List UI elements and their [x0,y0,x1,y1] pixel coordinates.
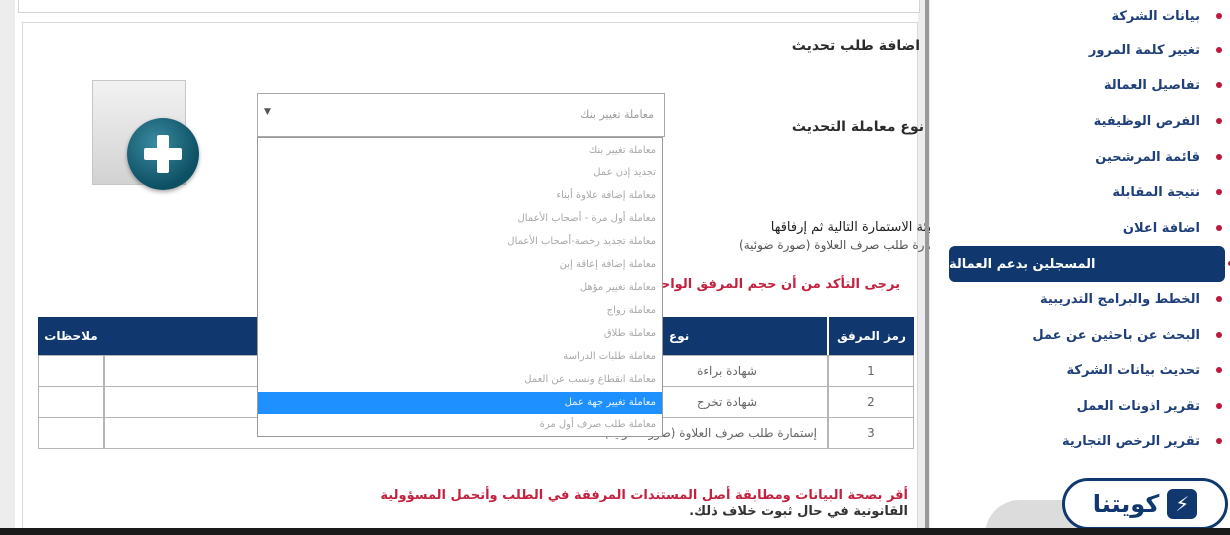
sidebar-item-label: تفاصيل العمالة [1103,77,1200,93]
sidebar-item-change-password[interactable]: تغيير كلمة المرور [1089,35,1222,65]
bullet-icon [1216,367,1222,373]
sidebar-item-company-data[interactable]: بيانات الشركة [1111,1,1222,31]
dropdown-arrow-icon[interactable]: ▼ [264,107,271,117]
sidebar-item-training-plans[interactable]: الخطط والبرامج التدريبية [1040,284,1222,314]
sidebar-item-labor-details[interactable]: تفاصيل العمالة [1104,70,1222,100]
brand-name: كويتنا [1092,490,1160,518]
table-cell-notes [38,355,104,387]
bottom-bar [0,528,1230,535]
bullet-icon [1216,189,1222,195]
sidebar-item-label: نتيجة المقابلة [1112,184,1200,200]
sidebar-item-labor-support[interactable]: المسجلين بدعم العمالة [949,246,1230,282]
sidebar-item-label: بيانات الشركة [1111,8,1200,24]
bullet-icon [1216,154,1222,160]
dropdown-option[interactable]: معاملة انقطاع ونسب عن العمل [258,369,662,391]
sidebar-item-licenses-report[interactable]: تقرير الرخص التجارية [1062,426,1222,456]
sidebar-item-label: تغيير كلمة المرور [1088,42,1200,58]
sidebar-item-job-opportunities[interactable]: الفرص الوظيفية [1094,106,1222,136]
sidebar-item-interview-result[interactable]: نتيجة المقابلة [1112,177,1222,207]
dropdown-option[interactable]: معاملة إضافة إعاقة إبن [258,254,662,276]
lightning-icon: ⚡ [1167,489,1198,519]
sidebar-item-add-ad[interactable]: اضافة اعلان [1123,213,1222,243]
bullet-icon [1216,118,1222,124]
dropdown-option[interactable]: معاملة طلب صرف أول مرة [258,414,662,436]
update-type-dropdown[interactable]: معاملة تغيير بنك تجديد إذن عمل معاملة إض… [257,137,663,437]
table-cell-code: 3 [828,417,914,449]
sidebar-item-label: اضافة اعلان [1122,220,1200,236]
bullet-icon [1216,438,1222,444]
dropdown-option-selected[interactable]: معاملة تغيير جهة عمل [258,392,662,414]
table-header-code: رمز المرفق [829,317,914,355]
bullet-icon [1216,225,1222,231]
dropdown-option[interactable]: معاملة زواج [258,300,662,322]
declaration-text-2: القانونية في حال ثبوت خلاف ذلك. [689,504,908,519]
dropdown-option[interactable]: معاملة طلاق [258,323,662,345]
update-type-label: نوع معاملة التحديث [791,119,924,135]
dropdown-option[interactable]: معاملة طلبات الدراسة [258,346,662,368]
table-cell-code: 2 [828,386,914,418]
sidebar-item-label: تقرير الرخص التجارية [1061,433,1200,449]
sidebar-item-label: تحديث بيانات الشركة [1066,362,1200,378]
dropdown-option[interactable]: معاملة أول مرة - أصحاب الأعمال [258,208,662,230]
bullet-icon [1216,47,1222,53]
sidebar-item-candidates[interactable]: قائمة المرشحين [1095,142,1222,172]
table-header-notes: ملاحظات [38,317,104,355]
page-title: اضافة طلب تحديث [791,38,920,54]
sidebar-item-label: تقرير اذونات العمل [1076,398,1200,414]
size-warning: يرجى التأكد من أن حجم المرفق الواحد [653,277,900,292]
sidebar-item-label: الفرص الوظيفية [1093,113,1200,129]
dropdown-option[interactable]: تجديد إذن عمل [258,162,662,184]
sidebar-item-label: الخطط والبرامج التدريبية [1039,291,1200,307]
sidebar-item-work-permits-report[interactable]: تقرير اذونات العمل [1077,391,1222,421]
table-cell-notes [38,386,104,418]
sidebar-item-job-seekers[interactable]: البحث عن باحثين عن عمل [1032,320,1222,350]
top-panel [18,0,920,13]
form-instruction-sub: إستمارة طلب صرف العلاوة (صورة ضوئية) [739,238,952,252]
dropdown-option[interactable]: معاملة تغيير مؤهل [258,277,662,299]
sidebar-divider [925,0,929,535]
sidebar-item-label: البحث عن باحثين عن عمل [1032,327,1200,343]
bullet-icon [1216,13,1222,19]
add-attachment-icon[interactable] [127,118,199,190]
dropdown-option[interactable]: معاملة تجديد رخصة-أصحاب الأعمال [258,231,662,253]
sidebar-item-label: المسجلين بدعم العمالة [949,256,1096,272]
declaration-text: أقر بصحة البيانات ومطابقة أصل المستندات … [380,488,908,503]
sidebar-item-label: قائمة المرشحين [1095,149,1200,165]
table-cell-notes [38,417,104,449]
select-value: معاملة تغيير بنك [580,108,654,121]
bullet-icon [1216,403,1222,409]
dropdown-option[interactable]: معاملة إضافة علاوة أبناء [258,185,662,207]
brand-logo: كويتنا ⚡ [1062,478,1228,530]
update-type-select[interactable]: معاملة تغيير بنك ▼ [257,93,665,137]
sidebar-item-update-company[interactable]: تحديث بيانات الشركة [1067,355,1222,385]
bullet-icon [1216,296,1222,302]
table-cell-code: 1 [828,355,914,387]
dropdown-option[interactable]: معاملة تغيير بنك [258,140,662,162]
bullet-icon [1216,332,1222,338]
bullet-icon [1216,82,1222,88]
